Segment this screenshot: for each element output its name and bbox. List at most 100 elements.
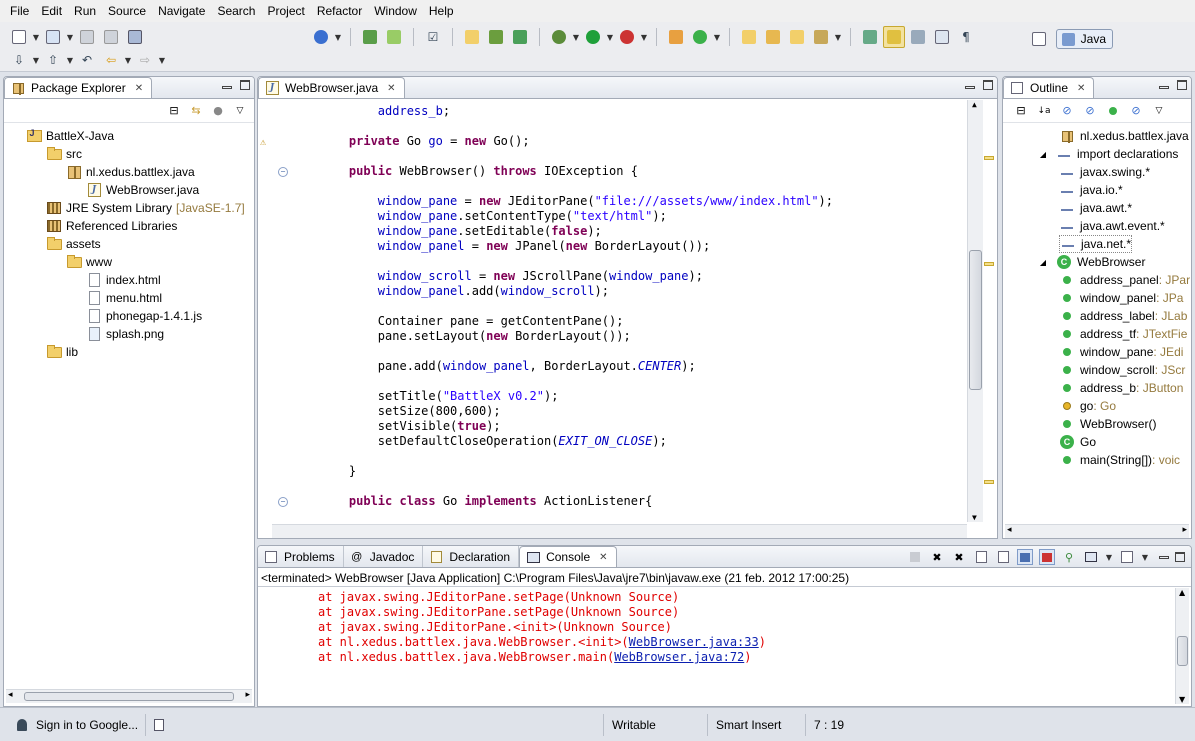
tab-problems[interactable]: Problems bbox=[258, 546, 344, 567]
tree-item-project[interactable]: BattleX-Java bbox=[26, 127, 114, 145]
hide-nonpublic-icon[interactable] bbox=[1105, 103, 1121, 119]
scroll-left-icon[interactable]: ◂ bbox=[8, 690, 13, 700]
outline-item-import[interactable]: javax.swing.* bbox=[1059, 163, 1150, 181]
new-class-icon[interactable] bbox=[509, 26, 531, 48]
expand-arrow-icon[interactable]: ◢ bbox=[1035, 146, 1051, 162]
scroll-right-icon[interactable]: ▸ bbox=[245, 690, 250, 700]
show-stderr-icon[interactable] bbox=[1039, 549, 1055, 565]
external-tools-icon[interactable] bbox=[616, 26, 638, 48]
minimize-icon[interactable] bbox=[965, 86, 975, 89]
menu-help[interactable]: Help bbox=[423, 4, 460, 18]
code-line[interactable]: window_panel.add(window_scroll); bbox=[320, 284, 609, 299]
chevron-down-icon[interactable]: ▼ bbox=[32, 33, 40, 42]
tree-item-jre[interactable]: JRE System Library [JavaSE-1.7] bbox=[46, 199, 245, 217]
minimize-icon[interactable] bbox=[1159, 86, 1169, 89]
hide-static-icon[interactable]: ⊘ bbox=[1082, 103, 1098, 119]
filters-icon[interactable]: ● bbox=[210, 103, 226, 119]
outline-item-constructor[interactable]: WebBrowser() bbox=[1059, 415, 1156, 433]
task-icon[interactable]: ☑ bbox=[422, 26, 444, 48]
show-whitespace-icon[interactable]: ¶ bbox=[955, 26, 977, 48]
code-editor[interactable]: ⚠ − − address_b; private Go go = new Go(… bbox=[258, 100, 997, 538]
scroll-thumb[interactable] bbox=[969, 250, 982, 390]
breadcrumb-icon[interactable] bbox=[931, 26, 953, 48]
new-java-project-icon[interactable] bbox=[461, 26, 483, 48]
tree-item-referenced-libraries[interactable]: Referenced Libraries bbox=[46, 217, 177, 235]
overview-marker[interactable] bbox=[984, 262, 994, 266]
mark-occurrences-icon[interactable] bbox=[883, 26, 905, 48]
code-line[interactable]: window_scroll = new JScrollPane(window_p… bbox=[320, 269, 703, 284]
search-icon[interactable] bbox=[810, 26, 832, 48]
close-icon[interactable]: ✕ bbox=[387, 83, 395, 94]
tree-item-file[interactable]: phonegap-1.4.1.js bbox=[86, 307, 202, 325]
code-line[interactable]: setSize(800,600); bbox=[320, 404, 501, 419]
chevron-down-icon[interactable]: ▼ bbox=[606, 33, 614, 42]
outline-item-field[interactable]: window_pane : JEdi bbox=[1059, 343, 1183, 361]
outline-item-field[interactable]: address_label : JLab bbox=[1059, 307, 1187, 325]
tab-webbrowser-java[interactable]: J WebBrowser.java ✕ bbox=[258, 77, 405, 98]
tab-javadoc[interactable]: @ Javadoc bbox=[344, 546, 424, 567]
tree-item-lib[interactable]: lib bbox=[46, 343, 78, 361]
outline-item-inner-class[interactable]: C Go bbox=[1059, 433, 1096, 451]
chevron-down-icon[interactable]: ▼ bbox=[572, 33, 580, 42]
hide-local-types-icon[interactable]: ⊘ bbox=[1128, 103, 1144, 119]
code-line[interactable]: Container pane = getContentPane(); bbox=[320, 314, 624, 329]
chevron-down-icon[interactable]: ▼ bbox=[158, 56, 166, 65]
show-stdout-icon[interactable] bbox=[1017, 549, 1033, 565]
remove-launch-icon[interactable]: ✖ bbox=[929, 549, 945, 565]
code-line[interactable]: window_pane.setContentType("text/html"); bbox=[320, 209, 667, 224]
scroll-lock-icon[interactable] bbox=[995, 549, 1011, 565]
menu-project[interactable]: Project bbox=[261, 4, 310, 18]
collapse-all-icon[interactable]: ⊟ bbox=[1013, 103, 1029, 119]
save-icon[interactable] bbox=[76, 26, 98, 48]
scroll-up-icon[interactable]: ▲ bbox=[1179, 588, 1185, 597]
open-perspective-icon[interactable] bbox=[1028, 28, 1050, 50]
save-all-icon[interactable] bbox=[100, 26, 122, 48]
google-icon[interactable] bbox=[310, 26, 332, 48]
console-output[interactable]: at javax.swing.JEditorPane.setPage(Unkno… bbox=[258, 588, 1175, 706]
code-line[interactable]: window_pane.setEditable(false); bbox=[320, 224, 602, 239]
code-line[interactable]: window_pane = new JEditorPane("file:///a… bbox=[320, 194, 833, 209]
chevron-down-icon[interactable]: ▼ bbox=[66, 33, 74, 42]
terminate-icon[interactable] bbox=[907, 549, 923, 565]
new-class-wizard-icon[interactable] bbox=[689, 26, 711, 48]
tree-item-file[interactable]: splash.png bbox=[86, 325, 164, 343]
tree-item-file[interactable]: menu.html bbox=[86, 289, 162, 307]
vertical-scrollbar[interactable]: ▲ ▼ bbox=[1175, 588, 1189, 704]
expand-arrow-icon[interactable]: ◢ bbox=[1035, 254, 1051, 270]
open-folder-icon[interactable] bbox=[738, 26, 760, 48]
overview-marker[interactable] bbox=[984, 480, 994, 484]
code-line[interactable]: pane.setLayout(new BorderLayout()); bbox=[320, 329, 631, 344]
menu-run[interactable]: Run bbox=[68, 4, 102, 18]
chevron-down-icon[interactable]: ▼ bbox=[1141, 553, 1149, 562]
view-menu-icon[interactable]: ▽ bbox=[1151, 103, 1167, 119]
minimize-icon[interactable] bbox=[1159, 555, 1169, 559]
tree-item-src[interactable]: src bbox=[46, 145, 82, 163]
fast-view-icon[interactable] bbox=[145, 714, 172, 736]
outline-item-field[interactable]: address_tf : JTextFie bbox=[1059, 325, 1187, 343]
scroll-down-icon[interactable]: ▼ bbox=[1179, 695, 1185, 704]
chevron-down-icon[interactable]: ▼ bbox=[334, 33, 342, 42]
menu-search[interactable]: Search bbox=[211, 4, 261, 18]
code-line[interactable]: address_b; bbox=[320, 104, 450, 119]
code-line[interactable]: setDefaultCloseOperation(EXIT_ON_CLOSE); bbox=[320, 434, 667, 449]
minimize-icon[interactable] bbox=[222, 86, 232, 89]
menu-edit[interactable]: Edit bbox=[35, 4, 68, 18]
outline-item-field[interactable]: address_b : JButton bbox=[1059, 379, 1183, 397]
overview-marker[interactable] bbox=[984, 156, 994, 160]
code-line[interactable]: } bbox=[320, 464, 356, 479]
chevron-down-icon[interactable]: ▼ bbox=[640, 33, 648, 42]
link-with-editor-icon[interactable]: ⇆ bbox=[188, 103, 204, 119]
menu-source[interactable]: Source bbox=[102, 4, 152, 18]
new-package-icon[interactable] bbox=[665, 26, 687, 48]
scroll-left-icon[interactable]: ◂ bbox=[1007, 525, 1012, 535]
outline-item-import[interactable]: java.net.* bbox=[1059, 235, 1133, 253]
new-junit-icon[interactable] bbox=[485, 26, 507, 48]
outline-item-field[interactable]: go : Go bbox=[1059, 397, 1116, 415]
pin-console-icon[interactable]: ⚲ bbox=[1061, 549, 1077, 565]
code-line[interactable]: public class Go implements ActionListene… bbox=[320, 494, 652, 509]
android-sdk-icon[interactable] bbox=[383, 26, 405, 48]
outline-item-method[interactable]: main(String[]) : voic bbox=[1059, 451, 1180, 469]
tab-outline[interactable]: Outline ✕ bbox=[1003, 77, 1095, 98]
chevron-down-icon[interactable]: ▼ bbox=[32, 56, 40, 65]
outline-item-import[interactable]: java.awt.* bbox=[1059, 199, 1132, 217]
